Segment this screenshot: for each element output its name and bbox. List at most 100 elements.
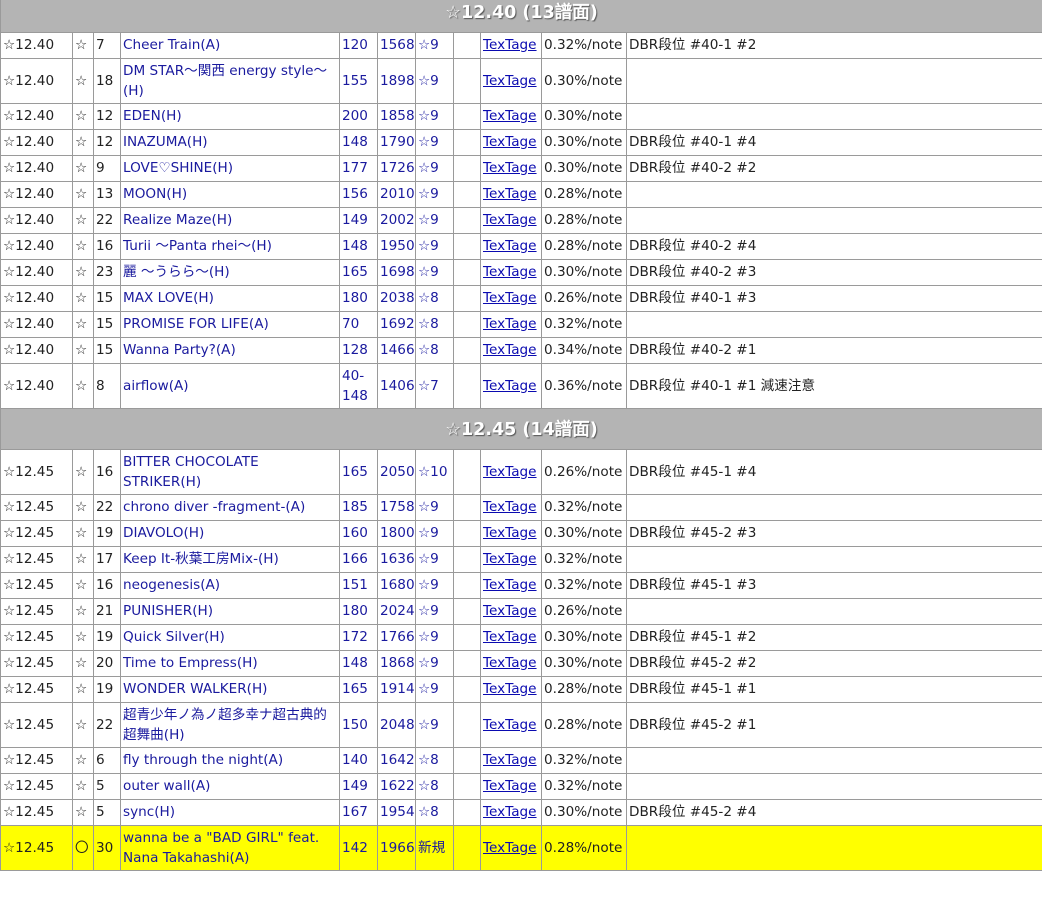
song-title-cell[interactable]: neogenesis(A) (120, 572, 340, 599)
textage-link[interactable]: TexTage (483, 752, 537, 768)
song-title-cell[interactable]: Realize Maze(H) (120, 207, 340, 234)
song-title-cell[interactable]: Turii 〜Panta rhei〜(H) (120, 233, 340, 260)
song-title-cell[interactable]: chrono diver -fragment-(A) (120, 494, 340, 521)
textage-link: TexTage (480, 337, 542, 364)
note-cell (625, 58, 1042, 104)
notes-cell: 1622 (377, 773, 416, 800)
textage-link[interactable]: TexTage (483, 73, 537, 89)
textage-link[interactable]: TexTage (483, 160, 537, 176)
textage-link[interactable]: TexTage (483, 603, 537, 619)
textage-link: TexTage (480, 233, 542, 260)
rate-cell: 0.30%/note (541, 103, 627, 130)
note-cell (625, 103, 1042, 130)
song-title-cell[interactable]: BITTER CHOCOLATE STRIKER(H) (120, 449, 340, 495)
textage-link[interactable]: TexTage (483, 778, 537, 794)
textage-link[interactable]: TexTage (483, 804, 537, 820)
notes-cell: 1766 (377, 624, 416, 651)
song-title-cell[interactable]: 超青少年ノ為ノ超多幸ナ超古典的超舞曲(H) (120, 702, 340, 748)
table-row: ☆12.45 ☆ 19 DIAVOLO(H) 160 1800 ☆9 TexTage 0.30%… (0, 520, 1042, 547)
textage-link: TexTage (480, 598, 542, 625)
textage-link[interactable]: TexTage (483, 264, 537, 280)
textage-link[interactable]: TexTage (483, 134, 537, 150)
rate-cell: 0.32%/note (541, 546, 627, 573)
song-title-cell[interactable]: Quick Silver(H) (120, 624, 340, 651)
level-cell: ☆12.40 (0, 363, 73, 409)
note-cell: DBR段位 #45-2 #1 (625, 702, 1042, 748)
status-mark: ☆ (72, 207, 94, 234)
textage-link[interactable]: TexTage (483, 681, 537, 697)
textage-link[interactable]: TexTage (483, 378, 537, 394)
level-cell: ☆12.45 (0, 449, 73, 495)
note-cell: DBR段位 #45-1 #2 (625, 624, 1042, 651)
song-title-cell[interactable]: Keep It-秋葉工房Mix-(H) (120, 546, 340, 573)
bpm-cell: 180 (339, 598, 378, 625)
textage-link[interactable]: TexTage (483, 37, 537, 53)
notes-cell: 2038 (377, 285, 416, 312)
bpm-cell: 180 (339, 285, 378, 312)
table-row: ☆12.40 ☆ 9 LOVE♡SHINE(H) 177 1726 ☆9 TexTage 0.3… (0, 155, 1042, 182)
song-title-cell[interactable]: outer wall(A) (120, 773, 340, 800)
note-cell (625, 773, 1042, 800)
song-title-cell[interactable]: sync(H) (120, 799, 340, 826)
level-cell: ☆12.45 (0, 572, 73, 599)
note-cell: DBR段位 #40-2 #3 (625, 259, 1042, 286)
textage-link: TexTage (480, 650, 542, 677)
textage-link[interactable]: TexTage (483, 342, 537, 358)
textage-link[interactable]: TexTage (483, 577, 537, 593)
textage-link[interactable]: TexTage (483, 464, 537, 480)
song-title-cell[interactable]: EDEN(H) (120, 103, 340, 130)
notes-cell: 1790 (377, 129, 416, 156)
song-title-cell[interactable]: MAX LOVE(H) (120, 285, 340, 312)
textage-link[interactable]: TexTage (483, 629, 537, 645)
note-cell (625, 598, 1042, 625)
song-title-cell[interactable]: MOON(H) (120, 181, 340, 208)
table-row: ☆12.45 ☆ 6 fly through the night(A) 140 1642 ☆… (0, 747, 1042, 774)
level-cell: ☆12.40 (0, 181, 73, 208)
textage-link[interactable]: TexTage (483, 525, 537, 541)
song-title-cell[interactable]: DIAVOLO(H) (120, 520, 340, 547)
note-cell (625, 747, 1042, 774)
textage-link: TexTage (480, 58, 542, 104)
song-title-cell[interactable]: fly through the night(A) (120, 747, 340, 774)
song-title-cell[interactable]: airflow(A) (120, 363, 340, 409)
textage-link[interactable]: TexTage (483, 238, 537, 254)
song-title-cell[interactable]: 麗 〜うらら〜(H) (120, 259, 340, 286)
notes-cell: 2050 (377, 449, 416, 495)
textage-link[interactable]: TexTage (483, 186, 537, 202)
textage-link[interactable]: TexTage (483, 108, 537, 124)
song-title-cell[interactable]: DM STAR〜関西 energy style〜(H) (120, 58, 340, 104)
rate-cell: 0.26%/note (541, 598, 627, 625)
table-row: ☆12.45 ☆ 20 Time to Empress(H) 148 1868 ☆9 TexT… (0, 650, 1042, 677)
textage-link[interactable]: TexTage (483, 499, 537, 515)
textage-link[interactable]: TexTage (483, 717, 537, 733)
textage-link[interactable]: TexTage (483, 316, 537, 332)
bpm-cell: 155 (339, 58, 378, 104)
notes-cell: 1800 (377, 520, 416, 547)
textage-link[interactable]: TexTage (483, 840, 537, 856)
empty-cell (453, 129, 481, 156)
song-title-cell[interactable]: PUNISHER(H) (120, 598, 340, 625)
level-cell: ☆12.40 (0, 311, 73, 338)
textage-link[interactable]: TexTage (483, 290, 537, 306)
status-mark: ☆ (72, 598, 94, 625)
note-cell: DBR段位 #40-2 #1 (625, 337, 1042, 364)
song-title-cell[interactable]: Cheer Train(A) (120, 32, 340, 59)
song-title-cell[interactable]: LOVE♡SHINE(H) (120, 155, 340, 182)
song-title-cell[interactable]: Time to Empress(H) (120, 650, 340, 677)
bpm-cell: 165 (339, 449, 378, 495)
bpm-cell: 160 (339, 520, 378, 547)
status-mark: ☆ (72, 181, 94, 208)
song-title-cell[interactable]: WONDER WALKER(H) (120, 676, 340, 703)
textage-link[interactable]: TexTage (483, 212, 537, 228)
song-title-cell[interactable]: wanna be a "BAD GIRL" feat. Nana Takahas… (120, 825, 340, 871)
song-title-cell[interactable]: Wanna Party?(A) (120, 337, 340, 364)
textage-link: TexTage (480, 259, 542, 286)
level-cell: ☆12.40 (0, 337, 73, 364)
bpm-cell: 149 (339, 207, 378, 234)
textage-link[interactable]: TexTage (483, 655, 537, 671)
song-title-cell[interactable]: INAZUMA(H) (120, 129, 340, 156)
song-title-cell[interactable]: PROMISE FOR LIFE(A) (120, 311, 340, 338)
textage-link[interactable]: TexTage (483, 551, 537, 567)
level-cell: ☆12.45 (0, 773, 73, 800)
notes-cell: 1692 (377, 311, 416, 338)
